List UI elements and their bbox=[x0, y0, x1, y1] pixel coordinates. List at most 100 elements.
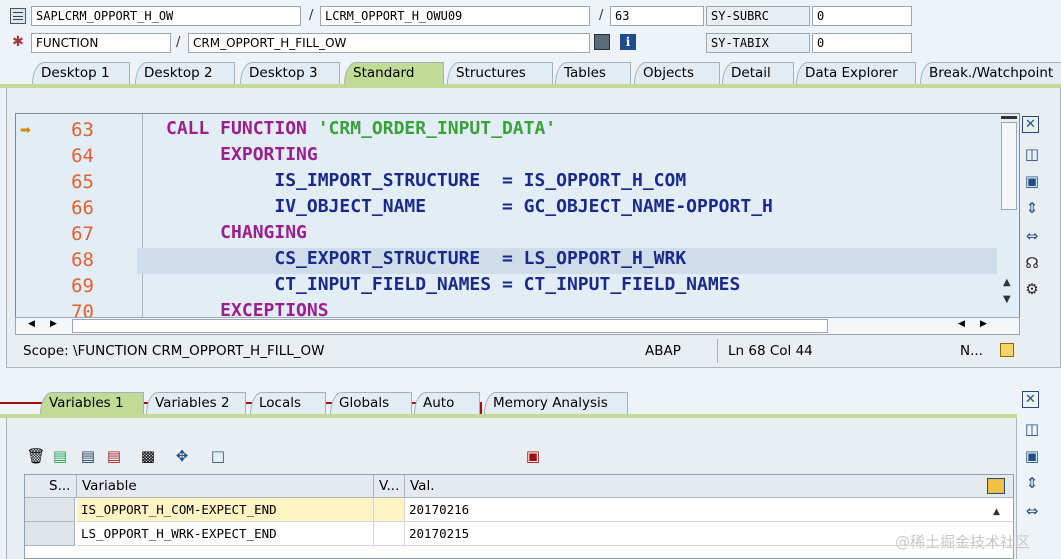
tab-desktop-3[interactable]: Desktop 3 bbox=[240, 62, 340, 84]
notes-icon[interactable] bbox=[1000, 343, 1014, 357]
event-name-field[interactable]: CRM_OPPORT_H_FILL_OW bbox=[188, 33, 590, 53]
info-icon[interactable]: i bbox=[620, 34, 636, 50]
code-token: CHANGING bbox=[166, 222, 307, 243]
watermark: @稀土掘金技术社区 bbox=[895, 533, 1031, 551]
editor-status-bar: Scope: \FUNCTION CRM_OPPORT_H_FILL_OW AB… bbox=[15, 339, 1020, 363]
tab-objects[interactable]: Objects bbox=[634, 62, 720, 84]
line-number: 69 bbox=[71, 275, 94, 297]
column-header-status[interactable]: S... bbox=[25, 475, 77, 498]
table-row-v[interactable] bbox=[374, 498, 405, 522]
tab-auto[interactable]: Auto bbox=[414, 392, 480, 414]
code-line[interactable]: CALL FUNCTION 'CRM_ORDER_INPUT_DATA' bbox=[166, 118, 556, 139]
table-row-variable[interactable]: IS_OPPORT_H_COM-EXPECT_END bbox=[77, 498, 374, 522]
split-icon[interactable]: ◫ bbox=[1022, 144, 1042, 164]
table-row-variable[interactable]: LS_OPPORT_H_WRK-EXPECT_END bbox=[77, 522, 374, 546]
line-number: 66 bbox=[71, 197, 94, 219]
scroll-right-icon[interactable]: ▶ bbox=[980, 319, 987, 329]
variables-table[interactable]: S... Variable V... Val. IS_OPPORT_H_COM-… bbox=[24, 474, 1014, 559]
separator: / bbox=[176, 35, 181, 50]
table-row-v[interactable] bbox=[374, 522, 405, 546]
fit-horizontal-icon[interactable]: ⇔ bbox=[1022, 501, 1042, 521]
delete-icon[interactable]: 🗑 bbox=[26, 446, 46, 466]
separator: / bbox=[599, 8, 604, 23]
list-detail-icon[interactable]: ▤ bbox=[78, 446, 98, 466]
function-icon: ✱ bbox=[12, 34, 24, 50]
tab-variables-1[interactable]: Variables 1 bbox=[40, 392, 144, 414]
editor-vertical-scrollbar[interactable]: ▲ ▼ bbox=[999, 114, 1019, 318]
fit-vertical-icon[interactable]: ⇕ bbox=[1022, 198, 1042, 218]
code-token: EXPORTING bbox=[166, 144, 318, 165]
scroll-thumb[interactable] bbox=[72, 319, 828, 333]
column-settings-icon[interactable] bbox=[987, 478, 1005, 494]
event-type-field[interactable]: FUNCTION bbox=[31, 33, 171, 53]
column-header-variable[interactable]: Variable bbox=[77, 475, 374, 498]
hierarchy-icon[interactable]: ▩ bbox=[138, 446, 158, 466]
fit-horizontal-icon[interactable]: ⇔ bbox=[1022, 226, 1042, 246]
close-icon[interactable]: ✕ bbox=[1022, 391, 1039, 408]
scroll-left-icon[interactable]: ◀ bbox=[958, 319, 965, 329]
code-token: IV_OBJECT_NAME = GC_OBJECT_NAME-OPPORT_H bbox=[166, 196, 773, 217]
code-token: IS_IMPORT_STRUCTURE = IS_OPPORT_H_COM bbox=[166, 170, 687, 191]
move-icon[interactable]: ✥ bbox=[172, 446, 192, 466]
close-icon[interactable]: ✕ bbox=[1022, 116, 1039, 133]
row-selector[interactable] bbox=[25, 498, 75, 522]
row-selector[interactable] bbox=[25, 522, 75, 546]
program-field[interactable]: SAPLCRM_OPPORT_H_OW bbox=[31, 6, 301, 26]
code-line[interactable]: CT_INPUT_FIELD_NAMES = CT_INPUT_FIELD_NA… bbox=[166, 274, 740, 295]
program-icon bbox=[10, 8, 26, 24]
editor-horizontal-scrollbar[interactable]: ◀ ▶ ◀ ▶ bbox=[15, 317, 1020, 335]
code-line[interactable]: CHANGING bbox=[166, 222, 307, 243]
headset-icon[interactable]: ☊ bbox=[1022, 253, 1042, 273]
tab-structures[interactable]: Structures bbox=[447, 62, 553, 84]
display-icon[interactable] bbox=[594, 34, 610, 50]
code-token: 'CRM_ORDER_INPUT_DATA' bbox=[317, 118, 557, 139]
code-token: CALL FUNCTION bbox=[166, 118, 318, 139]
column-header-v[interactable]: V... bbox=[374, 475, 405, 498]
code-line[interactable]: CS_EXPORT_STRUCTURE = LS_OPPORT_H_WRK bbox=[166, 248, 686, 269]
line-number: 68 bbox=[71, 249, 94, 271]
maximize-icon[interactable]: ▣ bbox=[1022, 446, 1042, 466]
scroll-up-icon[interactable]: ▲ bbox=[1003, 277, 1011, 288]
fit-vertical-icon[interactable]: ⇕ bbox=[1022, 473, 1042, 493]
code-line[interactable]: IS_IMPORT_STRUCTURE = IS_OPPORT_H_COM bbox=[166, 170, 686, 191]
maximize-icon[interactable]: ▣ bbox=[1022, 171, 1042, 191]
tab-desktop-1[interactable]: Desktop 1 bbox=[32, 62, 130, 84]
tab-globals[interactable]: Globals bbox=[330, 392, 412, 414]
scroll-right-icon[interactable]: ▶ bbox=[50, 319, 57, 329]
line-number: 65 bbox=[71, 171, 94, 193]
code-token: CT_INPUT_FIELD_NAMES = CT_INPUT_FIELD_NA… bbox=[166, 274, 741, 295]
tab-desktop-2[interactable]: Desktop 2 bbox=[135, 62, 235, 84]
tab-variables-2[interactable]: Variables 2 bbox=[146, 392, 246, 414]
sy-tabix-label: SY-TABIX bbox=[706, 33, 810, 53]
tab-tables[interactable]: Tables bbox=[555, 62, 631, 84]
line-number: 63 bbox=[71, 119, 94, 141]
scroll-thumb[interactable] bbox=[1001, 122, 1017, 210]
scroll-left-icon[interactable]: ◀ bbox=[28, 319, 35, 329]
tab-break-watchpoints[interactable]: Break./Watchpoint bbox=[920, 62, 1061, 84]
line-field[interactable]: 63 bbox=[610, 6, 704, 26]
code-line[interactable]: EXPORTING bbox=[166, 144, 318, 165]
column-header-value[interactable]: Val. bbox=[405, 475, 1013, 498]
scroll-down-icon[interactable]: ▼ bbox=[1003, 294, 1011, 305]
tab-locals[interactable]: Locals bbox=[250, 392, 326, 414]
scroll-up-icon[interactable]: ▲ bbox=[993, 507, 1000, 517]
sy-subrc-value[interactable]: 0 bbox=[812, 6, 912, 26]
folder-icon[interactable]: □ bbox=[208, 446, 228, 466]
table-row-value[interactable]: 20170216 bbox=[405, 498, 1013, 522]
sy-tabix-value[interactable]: 0 bbox=[812, 33, 912, 53]
list-icon[interactable]: ▤ bbox=[50, 446, 70, 466]
cursor-position-text: Ln 68 Col 44 bbox=[717, 339, 813, 363]
tab-standard[interactable]: Standard bbox=[344, 62, 444, 84]
tab-detail[interactable]: Detail bbox=[722, 62, 794, 84]
include-field[interactable]: LCRM_OPPORT_H_OWU09 bbox=[320, 6, 590, 26]
list-remove-icon[interactable]: ▤ bbox=[104, 446, 124, 466]
source-editor[interactable]: ➡ 63 64 65 66 67 68 69 70 CALL FUNCTION … bbox=[15, 113, 1020, 319]
split-icon[interactable]: ◫ bbox=[1022, 419, 1042, 439]
save-icon[interactable]: ▣ bbox=[523, 446, 543, 466]
tab-memory-analysis[interactable]: Memory Analysis bbox=[484, 392, 628, 414]
settings-icon[interactable]: ⚙ bbox=[1022, 279, 1042, 299]
tab-data-explorer[interactable]: Data Explorer bbox=[796, 62, 916, 84]
code-line[interactable]: IV_OBJECT_NAME = GC_OBJECT_NAME-OPPORT_H bbox=[166, 196, 773, 217]
scope-text: Scope: \FUNCTION CRM_OPPORT_H_FILL_OW bbox=[23, 343, 325, 359]
mode-text: N... bbox=[960, 343, 983, 359]
